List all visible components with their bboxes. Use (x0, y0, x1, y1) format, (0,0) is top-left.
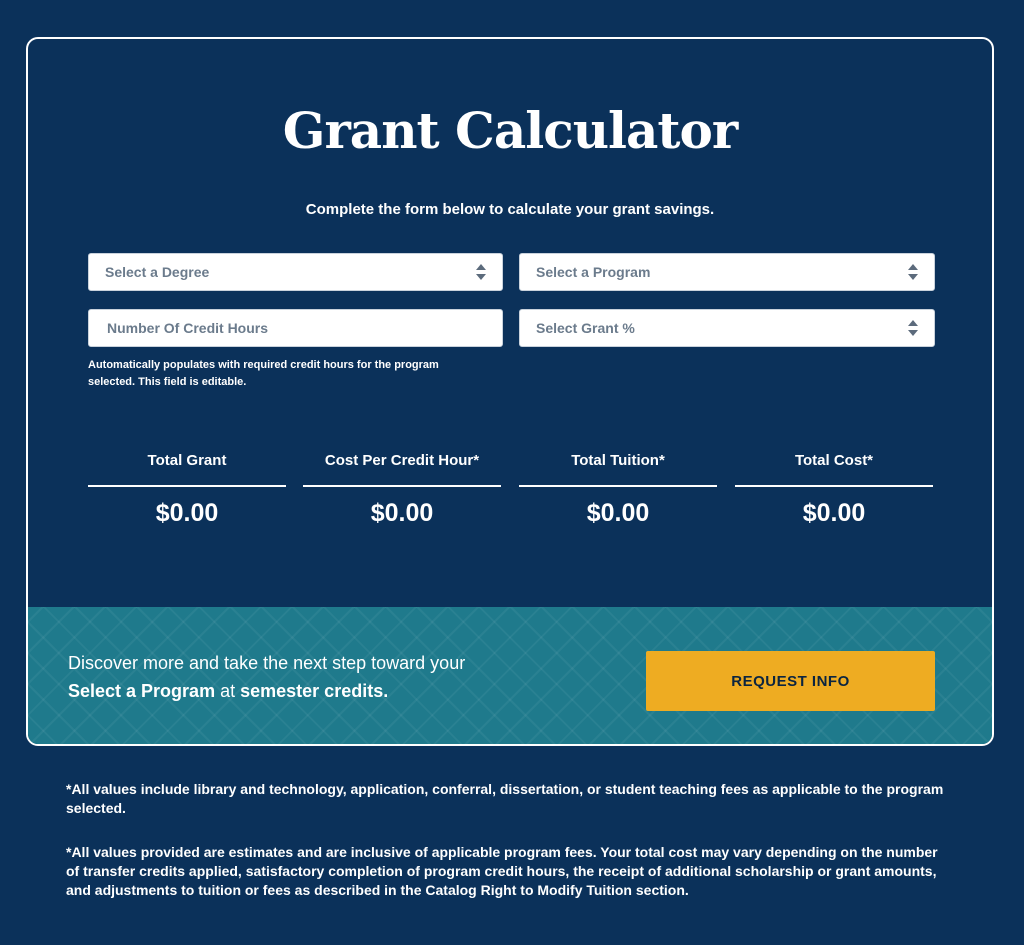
select-arrows-icon (908, 320, 918, 336)
result-label: Total Grant (88, 451, 286, 487)
footnote-estimates: *All values provided are estimates and a… (66, 844, 938, 898)
result-value: $0.00 (155, 499, 219, 527)
degree-select[interactable]: Select a Degree (88, 253, 503, 291)
cta-at: at (220, 681, 236, 701)
result-cost-per-credit-hour: Cost Per Credit Hour* $0.00 (303, 451, 501, 528)
program-select-value: Select a Program (536, 264, 651, 280)
program-select[interactable]: Select a Program (519, 253, 935, 291)
calculator-form-section: Grant Calculator Complete the form below… (28, 39, 992, 607)
cta-message: Discover more and take the next step tow… (68, 649, 588, 705)
result-label: Total Tuition* (519, 451, 717, 487)
result-value: $0.00 (802, 499, 866, 527)
result-value: $0.00 (370, 499, 434, 527)
degree-select-value: Select a Degree (105, 264, 210, 280)
request-info-button[interactable]: REQUEST INFO (646, 651, 935, 711)
cta-line: Discover more and take the next step tow… (68, 653, 466, 673)
page-title: Grant Calculator (282, 101, 738, 160)
grant-select-value: Select Grant % (536, 320, 635, 336)
page-subtitle: Complete the form below to calculate you… (305, 201, 715, 218)
footnote-fees: *All values include library and technolo… (66, 781, 944, 816)
result-total-grant: Total Grant $0.00 (88, 451, 286, 528)
select-arrows-icon (908, 264, 918, 280)
credit-hours-input[interactable] (105, 319, 486, 337)
cta-band: Discover more and take the next step tow… (28, 607, 992, 744)
credit-hours-hint: Automatically populates with required cr… (88, 359, 439, 388)
result-total-tuition: Total Tuition* $0.00 (519, 451, 717, 528)
result-label: Total Cost* (735, 451, 933, 487)
cta-program: Select a Program (68, 681, 216, 701)
result-total-cost: Total Cost* $0.00 (735, 451, 933, 528)
select-arrows-icon (476, 264, 486, 280)
cta-credits: semester credits. (240, 681, 389, 701)
grant-percent-select[interactable]: Select Grant % (519, 309, 935, 347)
result-label: Cost Per Credit Hour* (303, 451, 501, 487)
grant-calculator-card: Grant Calculator Complete the form below… (26, 37, 994, 746)
result-value: $0.00 (586, 499, 650, 527)
credit-hours-field[interactable] (88, 309, 503, 347)
